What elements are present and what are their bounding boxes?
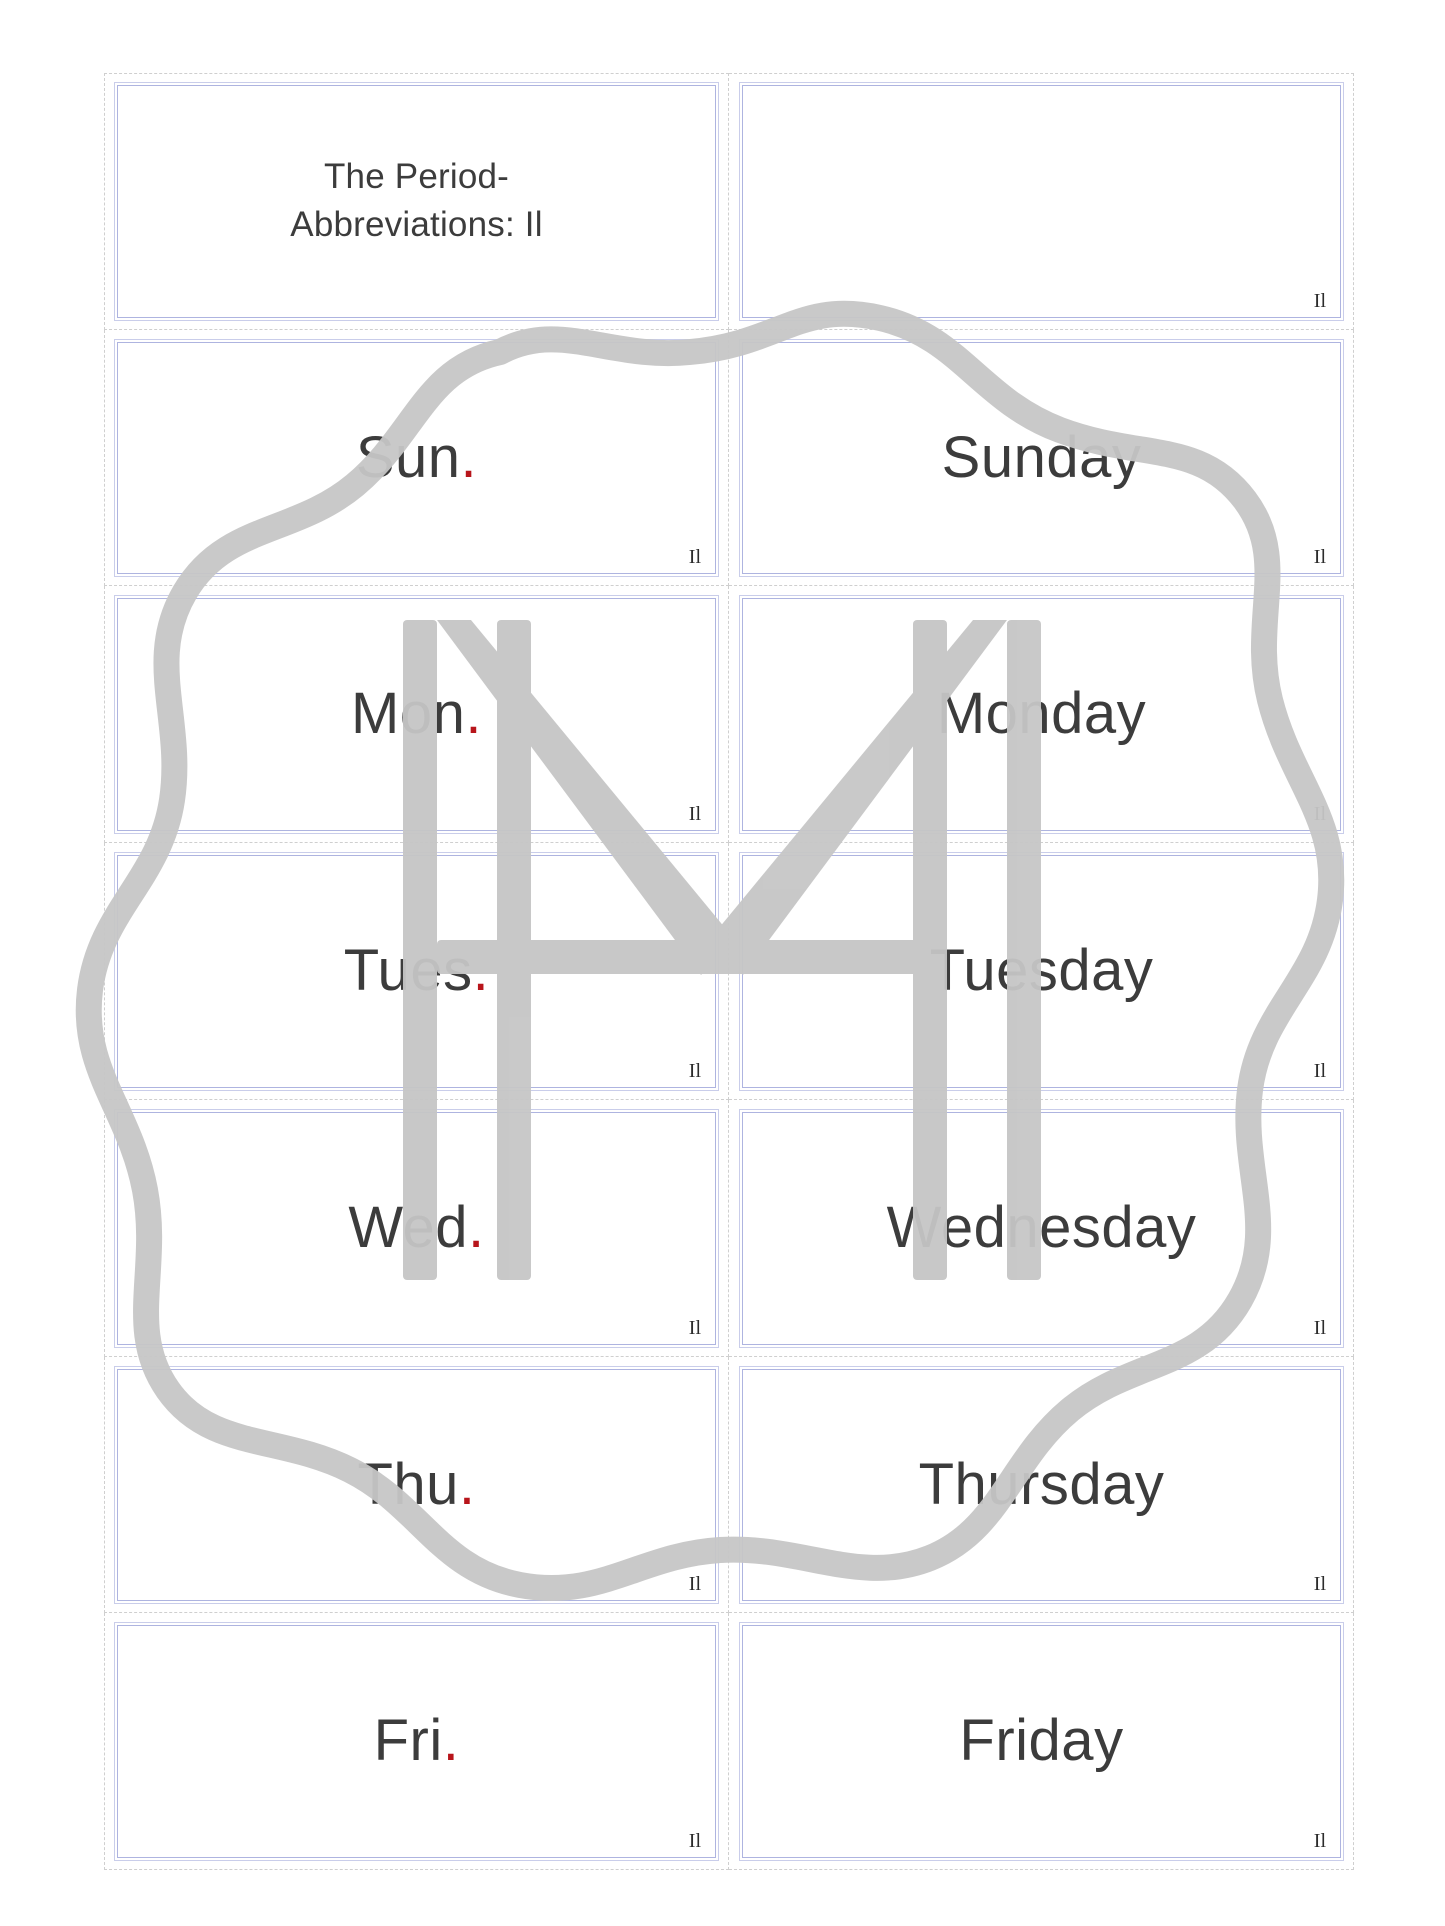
flashcard-tues-abbr[interactable]: Tues. Il <box>117 855 716 1088</box>
flashcard-text-sun-abbr: Sun. <box>356 427 477 490</box>
flashcard-slot: Thursday Il <box>729 1357 1354 1614</box>
flashcard-text-tuesday-full: Tuesday <box>930 940 1154 1003</box>
card-corner-mark: Il <box>1314 291 1326 311</box>
red-period: . <box>468 1195 485 1260</box>
card-corner-mark: Il <box>689 1318 701 1338</box>
red-period: . <box>473 938 490 1003</box>
abbrev-word: Sun <box>356 425 461 490</box>
card-corner-mark: Il <box>1314 547 1326 567</box>
red-period: . <box>461 425 478 490</box>
flashcard-slot: The Period-Abbreviations: Il <box>104 73 729 330</box>
red-period: . <box>459 1452 476 1517</box>
flashcard-slot: Il <box>729 73 1354 330</box>
red-period: . <box>465 681 482 746</box>
worksheet-page: The Period-Abbreviations: IlIlSun.IlSund… <box>0 0 1445 1926</box>
flashcard-slot: Monday Il <box>729 586 1354 843</box>
red-period: . <box>443 1708 460 1773</box>
card-corner-mark: Il <box>1314 1318 1326 1338</box>
abbrev-word: Tues <box>344 938 473 1003</box>
flashcard-grid: The Period-Abbreviations: IlIlSun.IlSund… <box>104 73 1354 1870</box>
flashcard-wednesday-full[interactable]: Wednesday Il <box>742 1112 1341 1345</box>
flashcard-slot: Fri. Il <box>104 1613 729 1870</box>
flashcard-tuesday-full[interactable]: Tuesday Il <box>742 855 1341 1088</box>
card-corner-mark: Il <box>1314 1574 1326 1594</box>
flashcard-monday-full[interactable]: Monday Il <box>742 598 1341 831</box>
flashcard-wed-abbr[interactable]: Wed. Il <box>117 1112 716 1345</box>
flashcard-slot: Thu. Il <box>104 1357 729 1614</box>
abbrev-word: Mon <box>351 681 465 746</box>
flashcard-text-tues-abbr: Tues. <box>344 940 489 1003</box>
flashcard-text-monday-full: Monday <box>937 683 1146 746</box>
card-corner-mark: Il <box>1314 804 1326 824</box>
card-corner-mark: Il <box>689 1061 701 1081</box>
flashcard-fri-abbr[interactable]: Fri. Il <box>117 1625 716 1858</box>
card-corner-mark: Il <box>689 1831 701 1851</box>
flashcard-text-wednesday-full: Wednesday <box>887 1197 1197 1260</box>
flashcard-thursday-full[interactable]: Thursday Il <box>742 1369 1341 1602</box>
flashcard-slot: Tuesday Il <box>729 843 1354 1100</box>
flashcard-sunday-full[interactable]: Sunday Il <box>742 342 1341 575</box>
flashcard-text-thursday-full: Thursday <box>919 1454 1165 1517</box>
flashcard-title[interactable]: The Period-Abbreviations: Il <box>117 85 716 318</box>
card-corner-mark: Il <box>689 547 701 567</box>
flashcard-text-fri-abbr: Fri. <box>374 1710 460 1773</box>
flashcard-text-friday-full: Friday <box>959 1710 1123 1773</box>
flashcard-slot: Wed. Il <box>104 1100 729 1357</box>
abbrev-word: Wed <box>348 1195 468 1260</box>
card-corner-mark: Il <box>1314 1061 1326 1081</box>
flashcard-text-mon-abbr: Mon. <box>351 683 482 746</box>
flashcard-slot: Friday Il <box>729 1613 1354 1870</box>
abbrev-word: Thu <box>357 1452 458 1517</box>
flashcard-text-title: The Period-Abbreviations: Il <box>266 153 566 250</box>
flashcard-slot: Mon. Il <box>104 586 729 843</box>
flashcard-text-wed-abbr: Wed. <box>348 1197 484 1260</box>
flashcard-slot: Tues. Il <box>104 843 729 1100</box>
flashcard-blank[interactable]: Il <box>742 85 1341 318</box>
abbrev-word: Fri <box>374 1708 443 1773</box>
flashcard-sun-abbr[interactable]: Sun. Il <box>117 342 716 575</box>
flashcard-friday-full[interactable]: Friday Il <box>742 1625 1341 1858</box>
card-corner-mark: Il <box>1314 1831 1326 1851</box>
flashcard-text-thu-abbr: Thu. <box>357 1454 475 1517</box>
card-corner-mark: Il <box>689 1574 701 1594</box>
flashcard-mon-abbr[interactable]: Mon. Il <box>117 598 716 831</box>
flashcard-text-sunday-full: Sunday <box>942 427 1142 490</box>
flashcard-thu-abbr[interactable]: Thu. Il <box>117 1369 716 1602</box>
card-corner-mark: Il <box>689 804 701 824</box>
flashcard-slot: Wednesday Il <box>729 1100 1354 1357</box>
flashcard-slot: Sun. Il <box>104 330 729 587</box>
flashcard-slot: Sunday Il <box>729 330 1354 587</box>
